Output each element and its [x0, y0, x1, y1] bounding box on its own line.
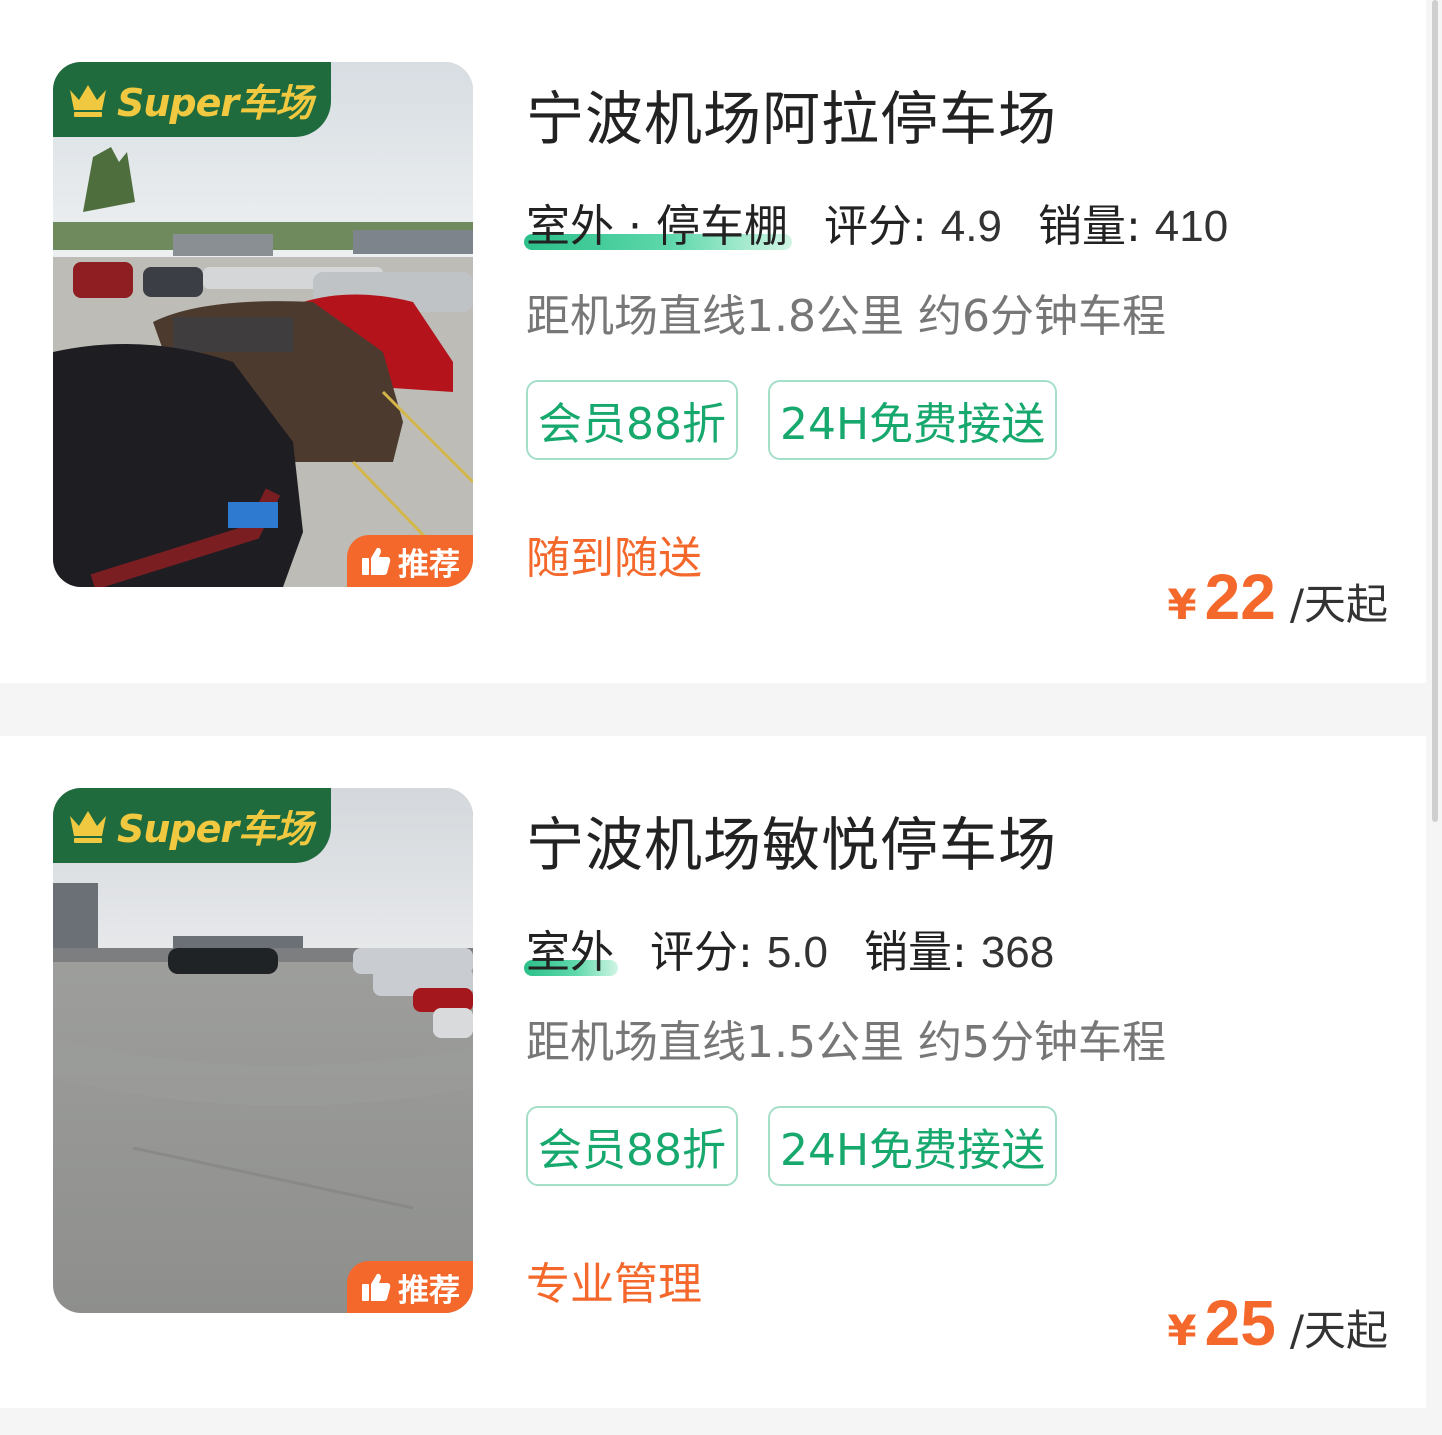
super-lot-badge: Super车场 — [53, 62, 331, 137]
lot-feature: 随到随送 — [526, 533, 702, 584]
lot-type: 室外 · 停车棚 — [524, 190, 792, 254]
price-amount: 22 — [1204, 561, 1276, 633]
sales-label: 销量: — [1037, 201, 1141, 252]
scrollbar[interactable] — [1432, 0, 1438, 822]
lot-name[interactable]: 宁波机场阿拉停车场 — [526, 72, 1057, 156]
thumbs-up-icon — [362, 1273, 391, 1301]
parking-lot-card[interactable]: Super车场 推荐 宁波机场阿拉停车场 室外 · 停车棚 评分: 4.9 销量… — [0, 0, 1426, 683]
lot-photo-image — [53, 62, 473, 587]
score-label: 评分: — [823, 201, 927, 252]
recommend-badge-label: 推荐 — [398, 546, 460, 583]
lot-photo[interactable]: Super车场 推荐 — [53, 788, 473, 1313]
member-discount-tag: 会员88折 — [526, 380, 738, 460]
sales-value: 368 — [980, 928, 1055, 977]
price-unit: /天起 — [1289, 580, 1388, 629]
lot-feature: 专业管理 — [526, 1259, 702, 1310]
recommend-badge-label: 推荐 — [398, 1272, 460, 1309]
super-badge-label: Super车场 — [117, 81, 313, 125]
score-label: 评分: — [650, 927, 753, 978]
lot-type: 室外 — [524, 916, 618, 980]
super-lot-badge: Super车场 — [53, 788, 331, 863]
lot-sales: 销量: 410 — [1038, 190, 1228, 254]
currency-symbol: ¥ — [1167, 580, 1197, 629]
sales-value: 410 — [1154, 202, 1229, 251]
lot-meta-row: 室外 评分: 5.0 销量: 368 — [524, 916, 1054, 980]
lot-meta-row: 室外 · 停车棚 评分: 4.9 销量: 410 — [524, 190, 1228, 254]
lot-photo[interactable]: Super车场 推荐 — [53, 62, 473, 587]
thumbs-up-icon — [362, 547, 391, 575]
lot-score: 评分: 5.0 — [650, 916, 828, 980]
lot-price: ¥ 25 /天起 — [1167, 1286, 1388, 1360]
price-amount: 25 — [1204, 1287, 1276, 1359]
lot-tags: 会员88折 24H免费接送 — [526, 380, 1058, 460]
score-value: 5.0 — [766, 928, 828, 977]
lot-tags: 会员88折 24H免费接送 — [526, 1106, 1058, 1186]
member-discount-tag: 会员88折 — [526, 1106, 738, 1186]
shuttle-tag: 24H免费接送 — [768, 380, 1058, 460]
crown-icon — [70, 84, 106, 117]
lot-sales: 销量: 368 — [864, 916, 1054, 980]
parking-lot-card[interactable]: Super车场 推荐 宁波机场敏悦停车场 室外 评分: 5.0 销量: 368 … — [0, 736, 1426, 1408]
crown-icon — [70, 810, 106, 843]
sales-label: 销量: — [864, 927, 967, 978]
price-unit: /天起 — [1289, 1306, 1388, 1355]
recommend-badge: 推荐 — [347, 535, 473, 587]
shuttle-tag: 24H免费接送 — [768, 1106, 1058, 1186]
lot-type-label: 室外 · 停车棚 — [526, 201, 788, 252]
lot-price: ¥ 22 /天起 — [1167, 560, 1388, 634]
recommend-badge: 推荐 — [347, 1261, 473, 1313]
lot-type-label: 室外 — [526, 927, 614, 978]
lot-photo-image — [53, 788, 473, 1313]
score-value: 4.9 — [940, 202, 1002, 251]
lot-score: 评分: 4.9 — [824, 190, 1002, 254]
lot-distance: 距机场直线1.8公里 约6分钟车程 — [526, 291, 1166, 342]
lot-distance: 距机场直线1.5公里 约5分钟车程 — [526, 1017, 1166, 1068]
lot-name[interactable]: 宁波机场敏悦停车场 — [526, 798, 1057, 882]
currency-symbol: ¥ — [1167, 1306, 1197, 1355]
super-badge-label: Super车场 — [117, 807, 313, 851]
